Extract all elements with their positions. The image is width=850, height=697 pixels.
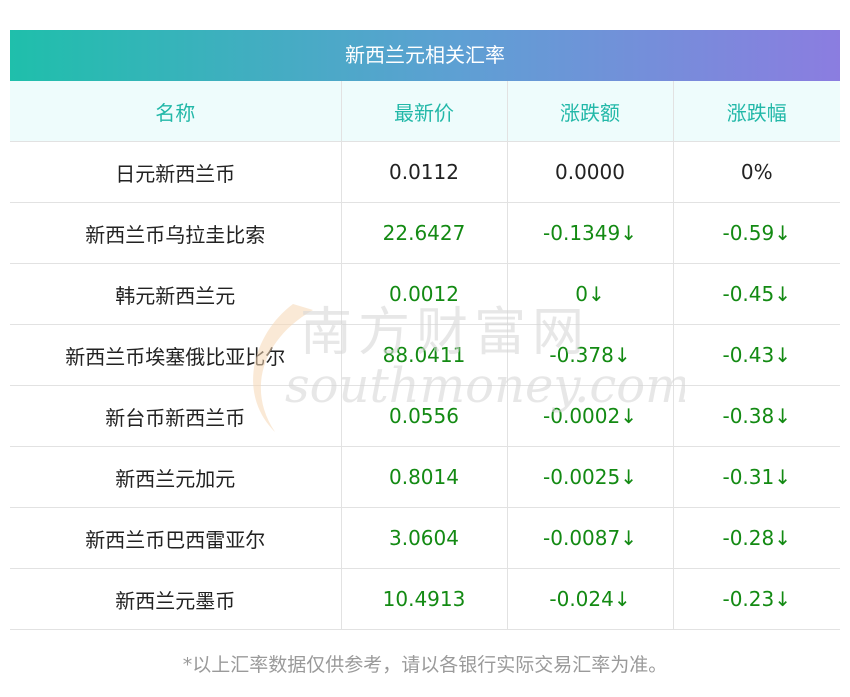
row-change: -0.1349↓ [506,202,673,264]
row-price: 0.0556 [340,385,507,447]
row-name: 韩元新西兰元 [10,263,341,325]
row-price: 22.6427 [340,202,507,264]
row-name: 新西兰币巴西雷亚尔 [10,507,341,569]
table-row: 新西兰币埃塞俄比亚比尔 88.0411 -0.378↓ -0.43↓ [10,324,840,386]
table-row: 韩元新西兰元 0.0012 0↓ -0.45↓ [10,263,840,325]
footnote: *以上汇率数据仅供参考，请以各银行实际交易汇率为准。 [182,654,668,676]
row-name: 新台币新西兰币 [10,385,341,447]
row-price: 3.0604 [340,507,507,569]
table-row: 新西兰元加元 0.8014 -0.0025↓ -0.31↓ [10,446,840,508]
table-title: 新西兰元相关汇率 [10,30,840,81]
row-name: 日元新西兰币 [10,141,341,203]
table-row: 新西兰币巴西雷亚尔 3.0604 -0.0087↓ -0.28↓ [10,507,840,569]
row-pct: 0% [672,141,840,203]
row-change: 0↓ [506,263,673,325]
table-row: 新台币新西兰币 0.0556 -0.0002↓ -0.38↓ [10,385,840,447]
table-row: 新西兰币乌拉圭比索 22.6427 -0.1349↓ -0.59↓ [10,202,840,264]
header-change: 涨跌额 [506,81,673,142]
row-pct: -0.38↓ [672,385,840,447]
row-change: -0.378↓ [506,324,673,386]
row-change: 0.0000 [506,141,673,203]
rate-table-container: 新西兰元相关汇率 名称 最新价 涨跌额 涨跌幅 日元新西兰币 0.0112 0.00… [10,30,840,630]
row-pct: -0.45↓ [672,263,840,325]
table-row: 日元新西兰币 0.0112 0.0000 0% [10,141,840,203]
row-pct: -0.28↓ [672,507,840,569]
row-price: 0.0112 [340,141,507,203]
row-name: 新西兰币乌拉圭比索 [10,202,341,264]
rate-table: 名称 最新价 涨跌额 涨跌幅 日元新西兰币 0.0112 0.0000 0% 新西兰币乌… [10,81,840,630]
row-pct: -0.31↓ [672,446,840,508]
row-price: 10.4913 [340,568,507,630]
table-row: 新西兰元墨币 10.4913 -0.024↓ -0.23↓ [10,568,840,630]
row-name: 新西兰元墨币 [10,568,341,630]
row-pct: -0.43↓ [672,324,840,386]
row-name: 新西兰币埃塞俄比亚比尔 [10,324,341,386]
header-name: 名称 [10,81,341,142]
header-pct: 涨跌幅 [672,81,840,142]
row-pct: -0.59↓ [672,202,840,264]
table-header-row: 名称 最新价 涨跌额 涨跌幅 [10,81,840,142]
row-change: -0.024↓ [506,568,673,630]
row-change: -0.0025↓ [506,446,673,508]
row-name: 新西兰元加元 [10,446,341,508]
row-price: 0.0012 [340,263,507,325]
row-price: 0.8014 [340,446,507,508]
row-change: -0.0087↓ [506,507,673,569]
row-pct: -0.23↓ [672,568,840,630]
row-price: 88.0411 [340,324,507,386]
header-price: 最新价 [340,81,507,142]
row-change: -0.0002↓ [506,385,673,447]
